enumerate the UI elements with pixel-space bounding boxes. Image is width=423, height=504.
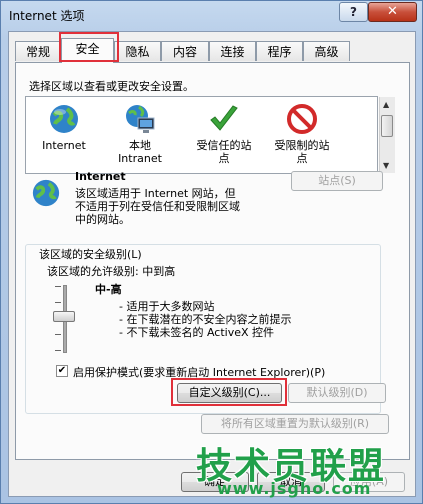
allowed-level-text: 该区域的允许级别: 中到高 bbox=[47, 265, 176, 278]
level-bullet: - 不下载未签名的 ActiveX 控件 bbox=[119, 326, 275, 339]
slider-tick bbox=[55, 286, 61, 287]
dialog-body: 常规 安全 隐私 内容 连接 程序 高级 选择区域以查看或更改安全设置。 Int… bbox=[8, 31, 416, 497]
restricted-icon bbox=[287, 104, 317, 134]
tab-advanced[interactable]: 高级 bbox=[303, 41, 350, 61]
zone-label: 受限制的站 点 bbox=[274, 139, 330, 165]
zone-restricted-sites[interactable]: 受限制的站 点 bbox=[264, 103, 340, 165]
security-tab-highlight bbox=[59, 32, 119, 62]
close-button[interactable]: ✕ bbox=[368, 2, 417, 22]
slider-tick bbox=[55, 334, 61, 335]
intranet-icon bbox=[126, 105, 155, 133]
slider-tick bbox=[55, 350, 61, 351]
zone-label: Internet bbox=[42, 139, 86, 152]
title-bar: Internet 选项 ? ✕ bbox=[1, 1, 422, 27]
reset-all-zones-button[interactable]: 将所有区域重置为默认级别(R) bbox=[201, 414, 389, 434]
tab-privacy[interactable]: 隐私 bbox=[114, 41, 161, 61]
tab-connections[interactable]: 连接 bbox=[209, 41, 256, 61]
internet-options-window: Internet 选项 ? ✕ 常规 安全 隐私 内容 连接 程序 高级 选择区… bbox=[0, 0, 423, 504]
window-title: Internet 选项 bbox=[9, 9, 85, 23]
zone-local-intranet[interactable]: 本地 Intranet bbox=[108, 103, 172, 165]
zone-instruction: 选择区域以查看或更改安全设置。 bbox=[29, 80, 194, 93]
slider-tick bbox=[55, 302, 61, 303]
default-level-button[interactable]: 默认级别(D) bbox=[288, 383, 386, 403]
checkmark-icon bbox=[210, 105, 238, 131]
selected-zone-name: Internet bbox=[75, 170, 126, 183]
scroll-thumb[interactable] bbox=[381, 115, 393, 137]
tab-programs[interactable]: 程序 bbox=[256, 41, 303, 61]
zone-internet[interactable]: Internet bbox=[32, 103, 96, 152]
selected-zone-globe-icon bbox=[32, 179, 60, 207]
zone-trusted-sites[interactable]: 受信任的站 点 bbox=[186, 103, 262, 165]
zone-list: Internet 本地 Intranet 受信任的站 点 受限制的站 点 ▲ ▼ bbox=[25, 96, 395, 174]
custom-level-highlight bbox=[171, 378, 287, 406]
security-level-name: 中-高 bbox=[95, 283, 122, 296]
globe-icon bbox=[50, 105, 78, 133]
selected-zone-description: 该区域适用于 Internet 网站，但 不适用于列在受信任和受限制区域 中的网… bbox=[75, 187, 240, 226]
protected-mode-checkbox[interactable]: ✔ bbox=[56, 365, 68, 377]
sites-button[interactable]: 站点(S) bbox=[291, 171, 383, 191]
tab-content[interactable]: 内容 bbox=[161, 41, 209, 61]
watermark-url: www.jsgho.com bbox=[217, 479, 372, 498]
zone-list-scrollbar[interactable]: ▲ ▼ bbox=[379, 97, 395, 173]
level-slider-thumb[interactable] bbox=[53, 311, 75, 322]
help-button[interactable]: ? bbox=[339, 2, 368, 22]
scroll-up-icon[interactable]: ▲ bbox=[383, 100, 389, 109]
zone-label: 本地 Intranet bbox=[118, 139, 162, 165]
zone-label: 受信任的站 点 bbox=[196, 139, 252, 165]
security-level-title: 该区域的安全级别(L) bbox=[37, 246, 144, 262]
scroll-down-icon[interactable]: ▼ bbox=[383, 161, 389, 170]
tab-general[interactable]: 常规 bbox=[15, 41, 61, 61]
